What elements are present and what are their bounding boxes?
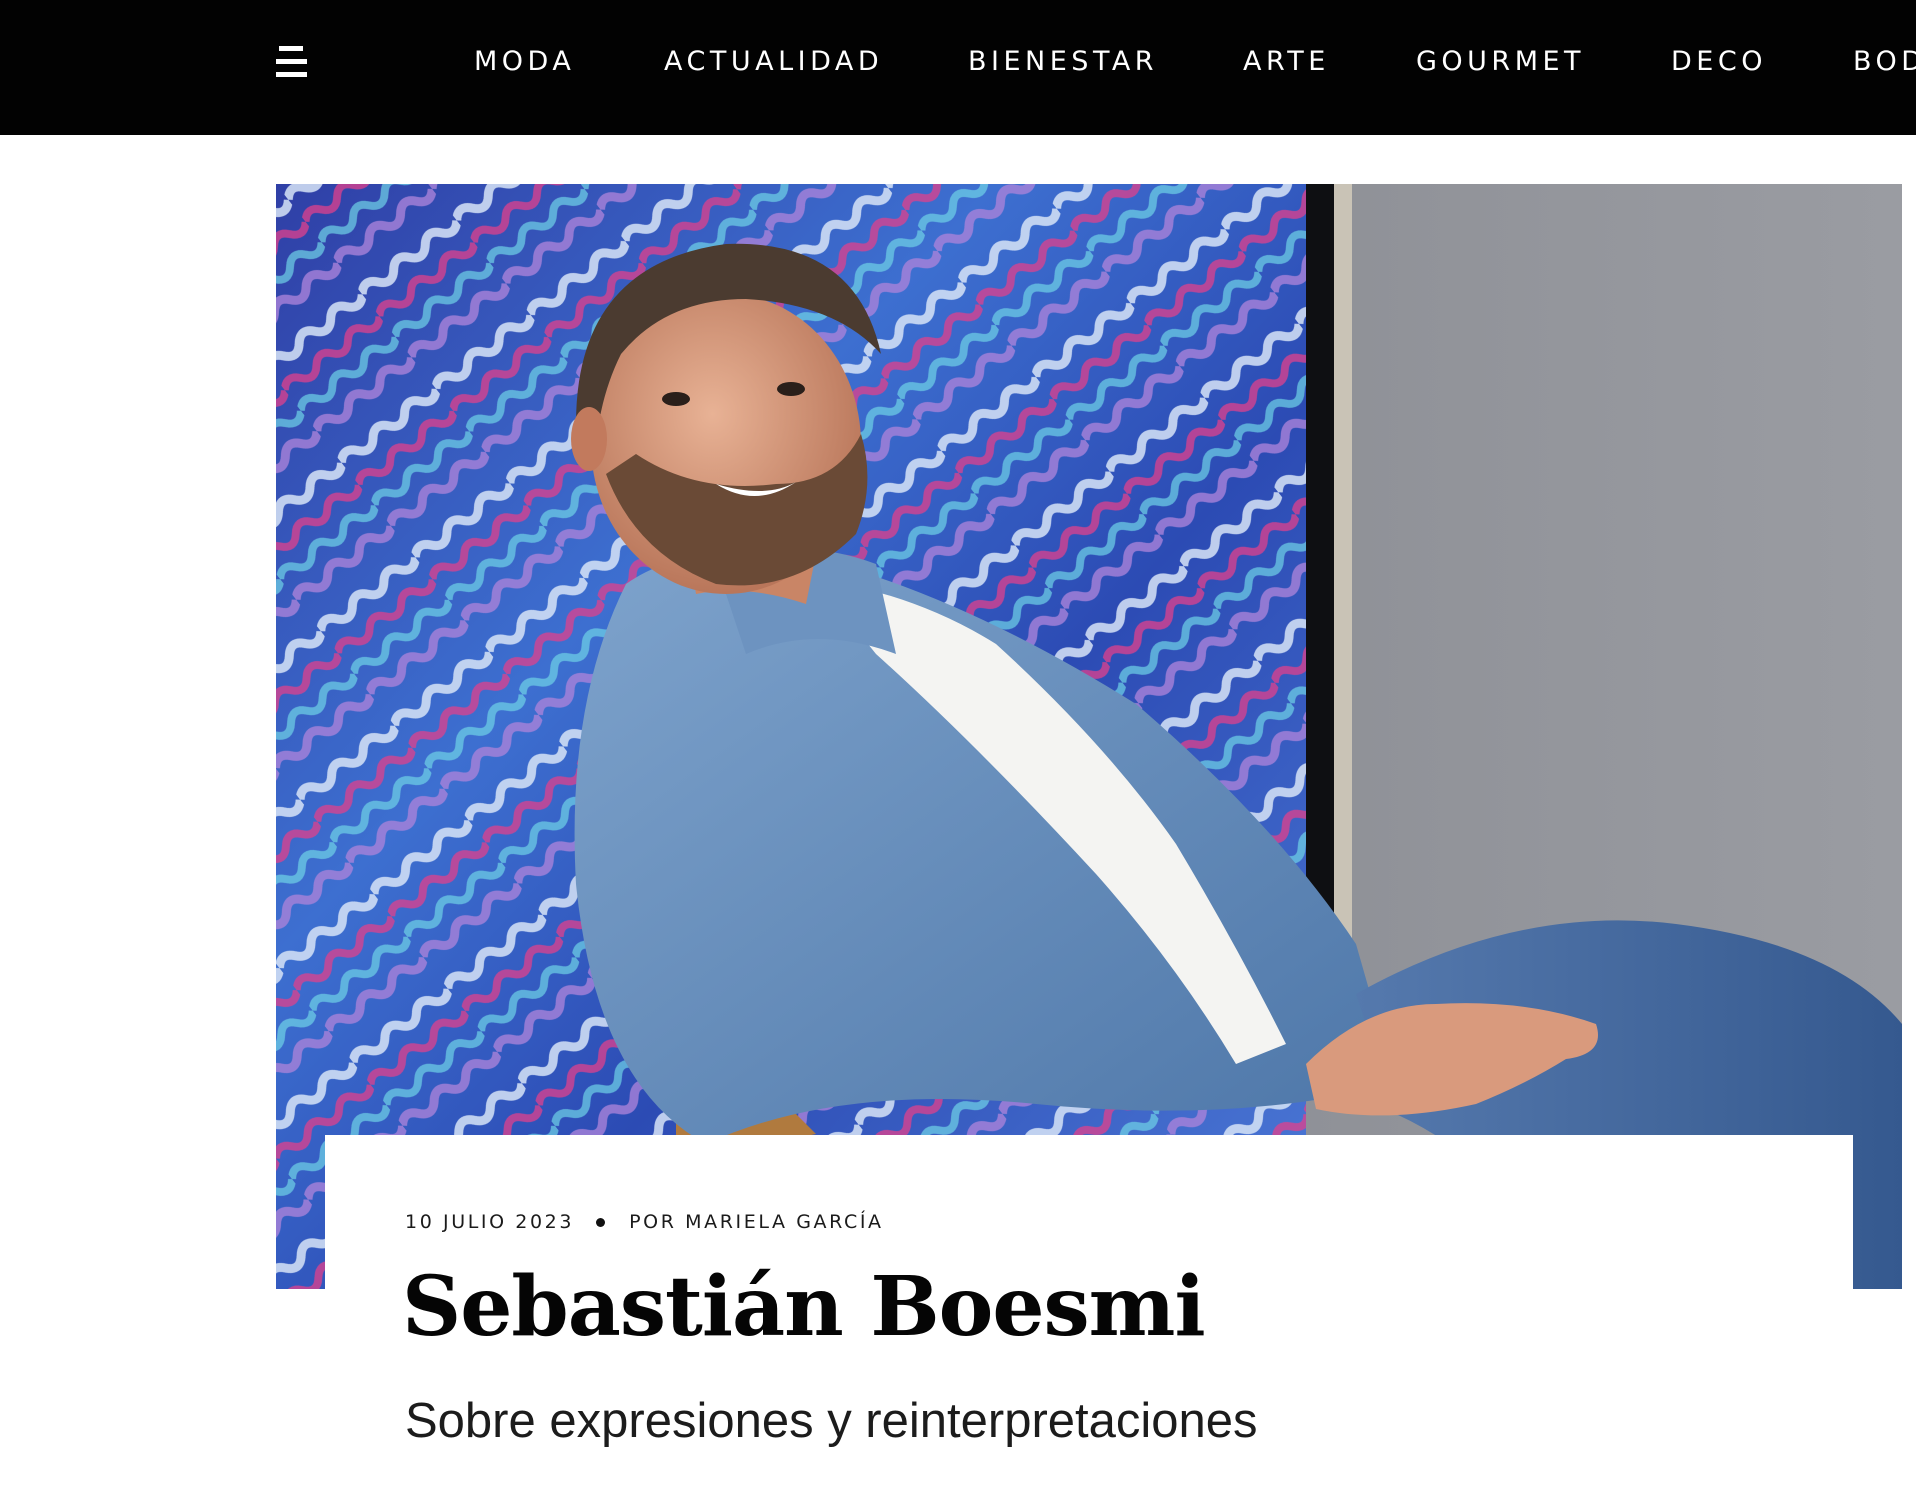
article-header-card: 10 JULIO 2023 POR MARIELA GARCÍA Sebasti… xyxy=(325,1135,1853,1506)
nav-item-bienestar[interactable]: BIENESTAR xyxy=(968,45,1158,79)
article-date: 10 JULIO 2023 xyxy=(405,1211,575,1233)
nav-item-arte[interactable]: ARTE xyxy=(1243,45,1330,79)
nav-item-deco[interactable]: DECO xyxy=(1671,45,1767,79)
nav-item-bodas[interactable]: BOD xyxy=(1853,45,1916,79)
article-title: Sebastián Boesmi xyxy=(402,1259,1206,1355)
hamburger-menu-icon[interactable] xyxy=(276,46,307,78)
article-subtitle: Sobre expresiones y reinterpretaciones xyxy=(405,1394,1258,1448)
article-meta: 10 JULIO 2023 POR MARIELA GARCÍA xyxy=(405,1211,884,1233)
nav-item-actualidad[interactable]: ACTUALIDAD xyxy=(664,45,883,79)
article-author-link[interactable]: POR MARIELA GARCÍA xyxy=(629,1211,884,1233)
nav-item-moda[interactable]: MODA xyxy=(474,45,575,79)
top-navigation-bar: MODA ACTUALIDAD BIENESTAR ARTE GOURMET D… xyxy=(0,0,1916,135)
hero-image xyxy=(276,184,1902,1289)
nav-item-gourmet[interactable]: GOURMET xyxy=(1416,45,1585,79)
separator-dot xyxy=(596,1217,606,1227)
